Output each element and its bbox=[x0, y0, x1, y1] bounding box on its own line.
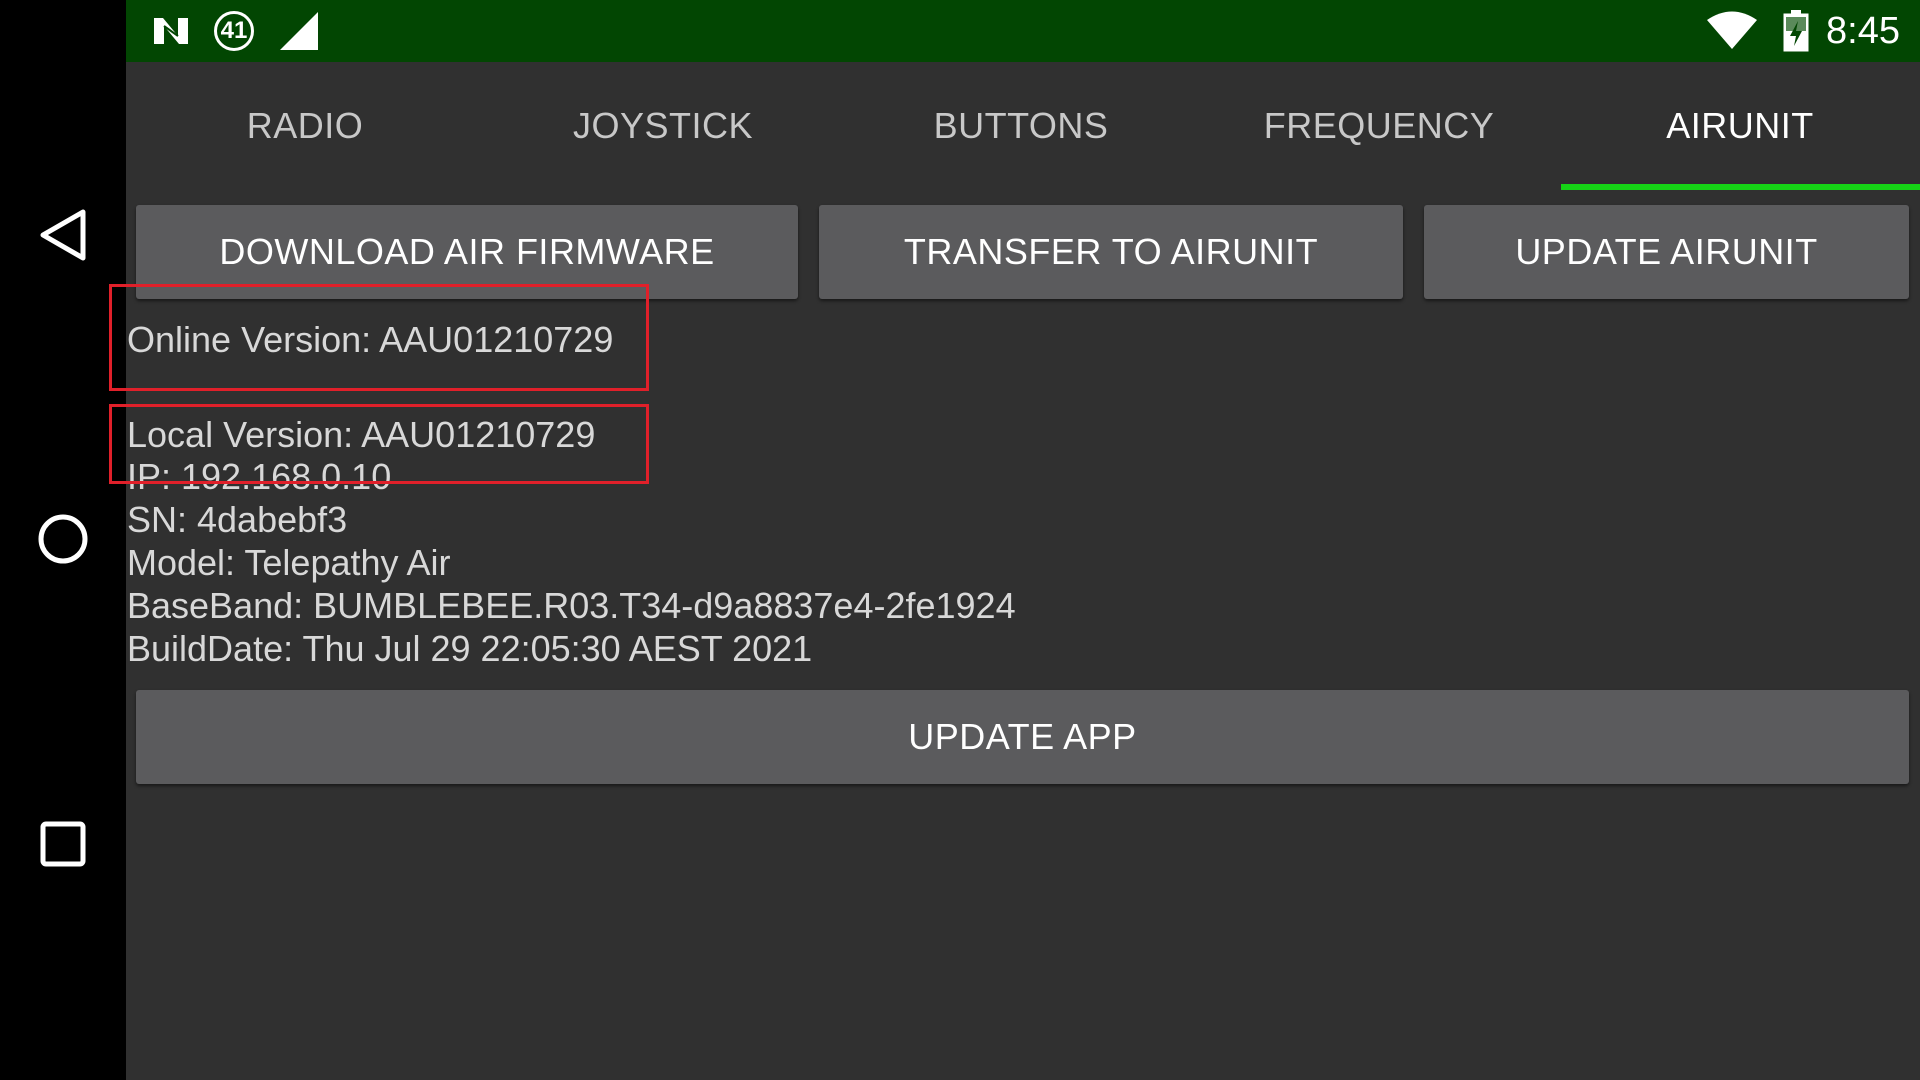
active-tab-indicator bbox=[1561, 184, 1920, 190]
battery-charging-icon bbox=[1781, 0, 1811, 62]
notification-badge-count: 41 bbox=[214, 11, 254, 51]
transfer-to-airunit-button[interactable]: TRANSFER TO AIRUNIT bbox=[819, 205, 1403, 299]
baseband-text: BaseBand: BUMBLEBEE.R03.T34-d9a8837e4-2f… bbox=[127, 585, 1016, 626]
local-version-highlight bbox=[109, 404, 649, 484]
build-date-text: BuildDate: Thu Jul 29 22:05:30 AEST 2021 bbox=[127, 628, 813, 669]
model-text: Model: Telepathy Air bbox=[127, 542, 451, 583]
wifi-icon bbox=[1706, 0, 1758, 62]
cell-signal-icon bbox=[278, 0, 320, 62]
tab-buttons[interactable]: BUTTONS bbox=[842, 62, 1200, 190]
tab-bar: RADIO JOYSTICK BUTTONS FREQUENCY AIRUNIT bbox=[126, 62, 1920, 190]
online-version-highlight bbox=[109, 284, 649, 391]
update-airunit-button[interactable]: UPDATE AIRUNIT bbox=[1424, 205, 1909, 299]
home-icon[interactable] bbox=[31, 507, 95, 571]
nfc-icon bbox=[151, 0, 191, 62]
app-screen: 41 8:45 RADIO JOYSTICK BUTTONS FREQUENCY… bbox=[0, 0, 1920, 1080]
back-icon[interactable] bbox=[31, 203, 95, 267]
update-app-button[interactable]: UPDATE APP bbox=[136, 690, 1909, 784]
tab-joystick[interactable]: JOYSTICK bbox=[484, 62, 842, 190]
notification-badge-icon: 41 bbox=[214, 0, 254, 62]
navigation-bar bbox=[0, 0, 126, 1080]
serial-number-text: SN: 4dabebf3 bbox=[127, 499, 348, 540]
tab-airunit[interactable]: AIRUNIT bbox=[1560, 62, 1920, 190]
tab-radio[interactable]: RADIO bbox=[126, 62, 484, 190]
tab-frequency[interactable]: FREQUENCY bbox=[1200, 62, 1558, 190]
recents-icon[interactable] bbox=[31, 812, 95, 876]
clock: 8:45 bbox=[1826, 9, 1900, 52]
status-bar: 41 8:45 bbox=[126, 0, 1920, 62]
